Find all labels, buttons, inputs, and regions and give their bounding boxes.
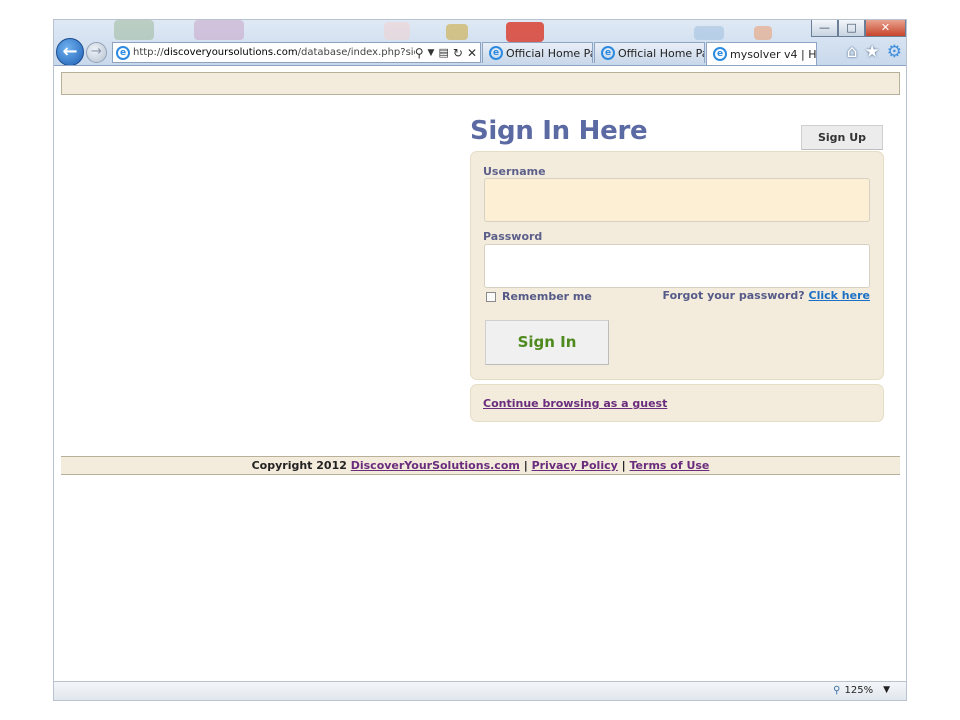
tab-official-home-1[interactable]: e Official Home Pag... [482, 42, 593, 63]
zoom-level: 125% [844, 685, 874, 696]
wallpaper-decoration [506, 22, 544, 42]
remember-me-label: Remember me [502, 290, 592, 303]
minimize-button[interactable]: — [811, 20, 838, 37]
url-path: /database/index.php?sign [297, 47, 415, 58]
forgot-password-link[interactable]: Click here [809, 289, 870, 302]
ie-logo-icon: e [601, 46, 615, 60]
tab-label: mysolver v4 | H... [730, 47, 817, 61]
checkbox-box[interactable] [486, 291, 496, 302]
address-url[interactable]: http://discoveryoursolutions.com/databas… [133, 47, 415, 58]
footer-separator: | [523, 459, 528, 472]
url-domain: discoveryoursolutions.com [163, 47, 298, 58]
tab-mysolver[interactable]: e mysolver v4 | H... ✕ [706, 42, 817, 65]
dropdown-icon[interactable]: ▼ [428, 48, 435, 58]
close-window-button[interactable]: ✕ [865, 20, 906, 37]
wallpaper-decoration [694, 26, 724, 40]
browser-toolbar: ⌂ ★ ⚙ [847, 42, 902, 62]
tab-strip: e Official Home Pag... e Official Home P… [482, 42, 818, 65]
browser-titlebar: — □ ✕ ← → e http://discoveryoursolutions… [54, 20, 906, 66]
ie-logo-icon: e [713, 47, 727, 61]
forgot-password: Forgot your password? Click here [663, 289, 871, 302]
ie-logo-icon: e [116, 45, 130, 60]
back-arrow-icon[interactable]: ← [56, 38, 84, 65]
continue-as-guest-link[interactable]: Continue browsing as a guest [483, 397, 667, 410]
window-controls: — □ ✕ [811, 20, 906, 37]
status-bar: ⚲ 125% ▼ [54, 681, 906, 700]
sign-in-button[interactable]: Sign In [485, 320, 609, 365]
zoom-control[interactable]: ⚲ 125% ▼ [833, 685, 890, 696]
restore-button[interactable]: □ [838, 20, 865, 37]
wallpaper-decoration [446, 24, 468, 40]
forgot-password-text: Forgot your password? [662, 289, 805, 302]
forward-arrow-icon[interactable]: → [86, 42, 107, 63]
privacy-policy-link[interactable]: Privacy Policy [532, 459, 618, 472]
compat-view-icon[interactable]: ▤ [438, 46, 448, 59]
page-title: Sign In Here [470, 116, 648, 146]
terms-of-use-link[interactable]: Terms of Use [630, 459, 710, 472]
url-prefix: http:// [133, 47, 164, 58]
settings-gear-icon[interactable]: ⚙ [887, 42, 902, 62]
zoom-dropdown-icon[interactable]: ▼ [883, 685, 890, 696]
username-label: Username [483, 165, 546, 178]
password-label: Password [483, 230, 543, 243]
remember-me-checkbox[interactable]: Remember me [486, 290, 592, 303]
tab-official-home-2[interactable]: e Official Home Pag... [594, 42, 705, 63]
footer-separator: | [621, 459, 626, 472]
wallpaper-decoration [384, 22, 410, 40]
wallpaper-decoration [114, 20, 154, 40]
copyright-text: Copyright 2012 [251, 459, 347, 472]
tab-label: Official Home Pag... [618, 46, 704, 60]
guest-panel: Continue browsing as a guest [470, 384, 884, 422]
sign-up-button[interactable]: Sign Up [801, 125, 883, 150]
home-icon[interactable]: ⌂ [847, 42, 858, 62]
sign-in-panel: Username Password Remember me Forgot you… [470, 151, 884, 380]
tab-label: Official Home Pag... [506, 46, 592, 60]
ie-logo-icon: e [489, 46, 503, 60]
wallpaper-decoration [754, 26, 772, 40]
stop-icon[interactable]: ✕ [467, 46, 477, 60]
favorites-star-icon[interactable]: ★ [865, 42, 880, 62]
zoom-magnifier-icon: ⚲ [833, 685, 841, 696]
username-field[interactable] [484, 178, 870, 222]
search-icon[interactable]: ⚲ [415, 46, 424, 60]
refresh-icon[interactable]: ↻ [453, 46, 463, 60]
header-strip [61, 72, 900, 95]
footer: Copyright 2012 DiscoverYourSolutions.com… [61, 456, 900, 475]
site-link[interactable]: DiscoverYourSolutions.com [351, 459, 520, 472]
password-field[interactable] [484, 244, 870, 288]
address-tools: ⚲ ▼ ▤ ↻ ✕ [415, 46, 480, 60]
address-bar[interactable]: e http://discoveryoursolutions.com/datab… [112, 42, 481, 63]
wallpaper-decoration [194, 20, 244, 40]
